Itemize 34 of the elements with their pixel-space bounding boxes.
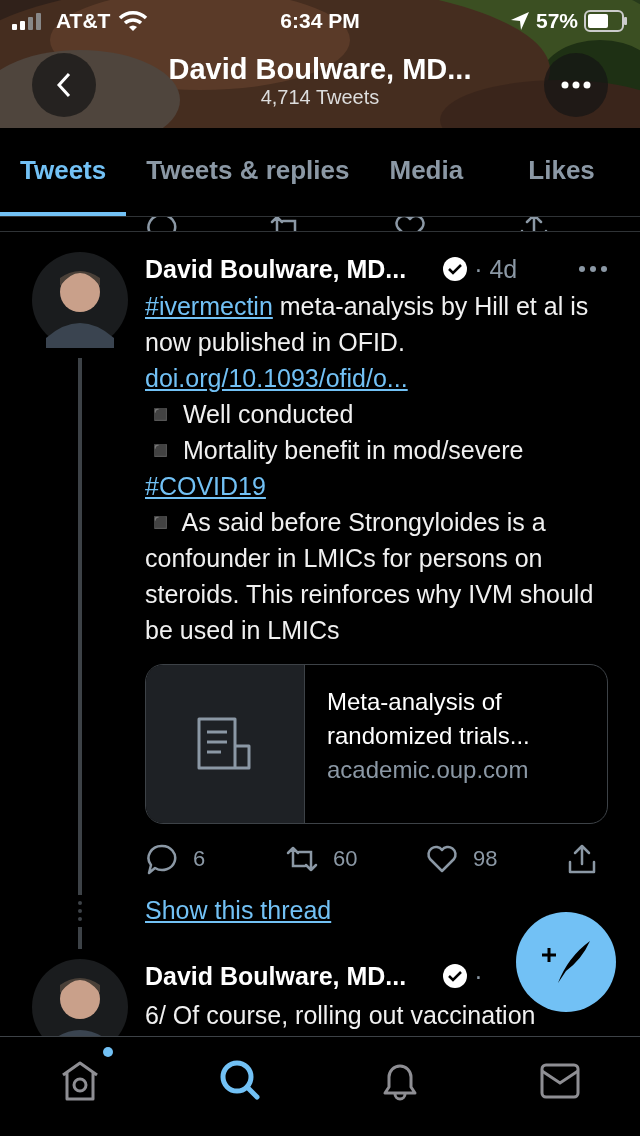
tab[interactable]: Tweets — [0, 128, 127, 216]
tweet-count: 4,714 Tweets — [260, 86, 380, 109]
avatar[interactable] — [32, 252, 128, 348]
location-arrow-icon — [509, 11, 530, 31]
tab[interactable]: Likes — [483, 128, 640, 216]
verified-badge-icon — [442, 963, 469, 989]
back-icon — [55, 71, 73, 99]
link[interactable]: #ivermectin — [145, 292, 273, 320]
clock: 6:34 PM — [280, 9, 360, 32]
wifi-icon — [118, 10, 149, 32]
like-count: 98 — [473, 846, 498, 872]
carrier: AT&T — [56, 9, 111, 33]
battery-icon — [584, 10, 628, 32]
show-thread-link[interactable]: Show this thread — [145, 896, 332, 925]
link[interactable]: #COVID19 — [145, 472, 266, 500]
link-card[interactable]: Meta-analysis of randomized trials... academic.oup.com — [145, 664, 608, 824]
reply-count: 6 — [193, 846, 206, 872]
tab[interactable]: Tweets & replies — [126, 128, 370, 216]
card-domain: academic.oup.com — [327, 755, 530, 785]
retweet-count: 60 — [333, 846, 358, 872]
profile-name: David Boulware, MD... — [168, 53, 472, 86]
more-icon — [561, 81, 591, 89]
card-title: Meta-analysis of randomized trials... — [327, 687, 531, 751]
battery-percent: 57% — [535, 9, 578, 33]
author-name[interactable]: David Boulware, MD... — [145, 254, 407, 284]
link[interactable]: doi.org/10.1093/ofid/o... — [145, 364, 408, 392]
tweet-text: 6/ Of course, rolling out vaccination — [145, 1000, 537, 1031]
tweet-time: · — [474, 961, 483, 991]
author-name[interactable]: David Boulware, MD... — [145, 961, 407, 991]
more-icon[interactable] — [578, 265, 608, 273]
tweet-text: #ivermectin meta-analysis by Hill et al is now published in OFID. doi.org/10.1093/ofid/o... ◾ Well conducted ◾ Mortality benefit in mod/severe #COVID19 ◾ As said before Strongyloides is a confounder in LMICs for persons on steroids. This reinforces why IVM should be used in LMICs — [145, 291, 595, 646]
tweet-time: · 4d — [474, 254, 518, 284]
verified-badge-icon — [442, 256, 469, 282]
tab[interactable]: Media — [369, 128, 484, 216]
